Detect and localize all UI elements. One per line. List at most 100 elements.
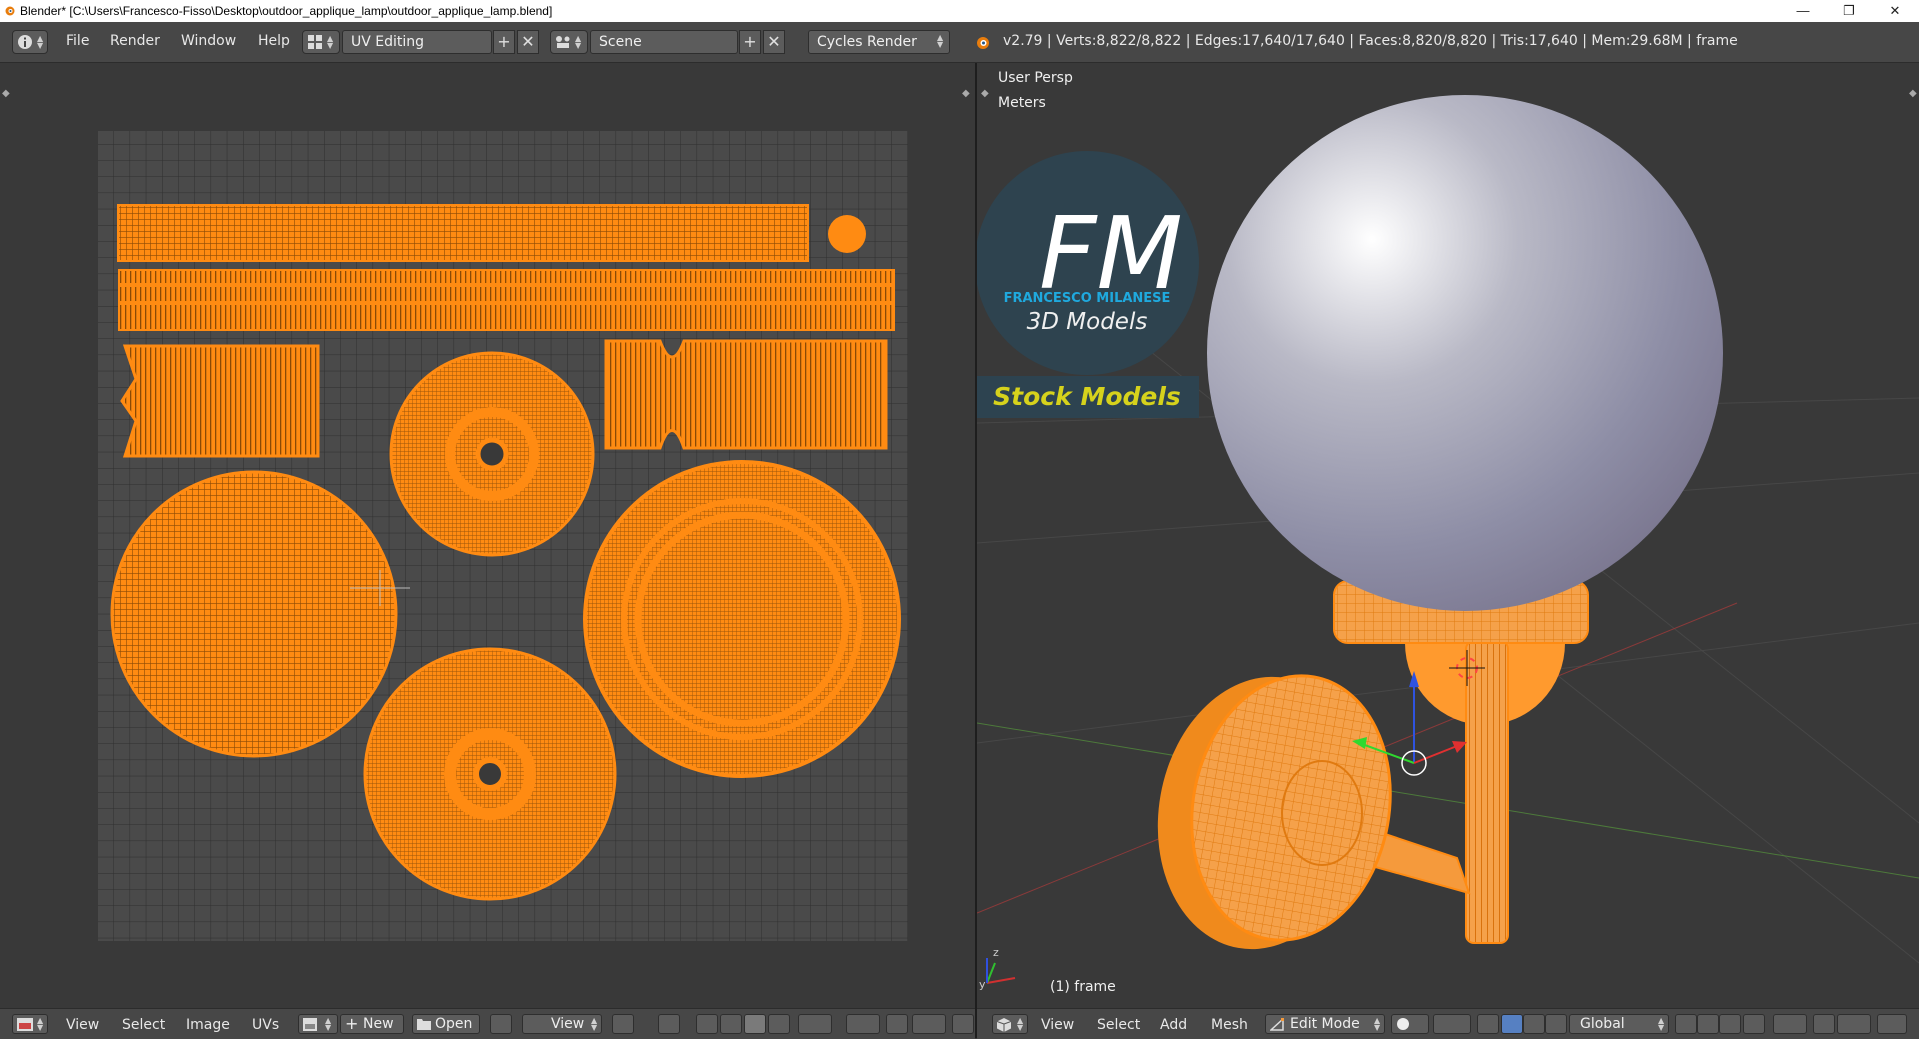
blender-icon — [5, 6, 15, 16]
select-mode-edge-icon[interactable] — [696, 1014, 718, 1034]
proportional-edit-3d-dropdown[interactable] — [1773, 1014, 1807, 1034]
viewport-menu-add[interactable]: Add — [1160, 1017, 1187, 1033]
viewport-canvas[interactable]: ◆ ◆ FM FRANCESCO MILANESE 3D Models Stoc… — [977, 63, 1919, 1008]
snap-element-dropdown[interactable] — [912, 1014, 946, 1034]
menu-window[interactable]: Window — [181, 33, 236, 49]
display-channels-dropdown[interactable]: View ▲ ▼ — [522, 1014, 602, 1034]
open-image-button[interactable]: Open — [412, 1014, 480, 1034]
uv-menu-image[interactable]: Image — [186, 1017, 230, 1033]
open-image-label: Open — [435, 1016, 473, 1032]
window-titlebar: Blender* [C:\Users\Francesco-Fisso\Deskt… — [0, 0, 1919, 22]
uv-island-strip-long[interactable] — [118, 269, 895, 331]
info-icon — [18, 35, 32, 49]
manipulator-toggle-icon[interactable] — [1477, 1014, 1499, 1034]
image-icon — [303, 1018, 317, 1031]
proportional-edit-dropdown[interactable] — [846, 1014, 880, 1034]
uv-image-editor[interactable]: ◆ ◆ — [0, 63, 975, 1008]
uv-menu-view[interactable]: View — [66, 1017, 99, 1033]
render-engine-dropdown[interactable]: Cycles Render ▲ ▼ — [808, 30, 950, 54]
uv-island-ring-small[interactable] — [389, 351, 595, 557]
add-screen-icon[interactable]: + — [493, 30, 515, 54]
select-mode-face-icon[interactable] — [720, 1014, 742, 1034]
viewport-menu-select[interactable]: Select — [1097, 1017, 1140, 1033]
close-icon[interactable]: ✕ — [1872, 0, 1918, 22]
region-toggle-icon[interactable]: ◆ — [1909, 88, 1917, 99]
3d-viewport[interactable]: ◆ ◆ FM FRANCESCO MILANESE 3D Models Stoc… — [977, 63, 1919, 1008]
occlude-geometry-icon[interactable] — [1743, 1014, 1765, 1034]
restore-icon[interactable]: ❐ — [1826, 0, 1872, 22]
editor-type-info-button[interactable]: ▲ ▼ — [12, 30, 48, 54]
svg-text:z: z — [993, 946, 999, 959]
screen-layout-browse-button[interactable]: ▲ ▼ — [302, 30, 340, 54]
viewport-shading-dropdown[interactable] — [1391, 1014, 1429, 1034]
mode-dropdown[interactable]: Edit Mode ▲ ▼ — [1265, 1014, 1385, 1034]
svg-text:y: y — [979, 978, 986, 991]
add-icon: + — [345, 1014, 359, 1033]
uv-island-wedge-right[interactable] — [604, 339, 888, 450]
menu-help[interactable]: Help — [258, 33, 290, 49]
pivot-center-dropdown[interactable] — [1433, 1014, 1471, 1034]
select-mode-island-icon[interactable] — [744, 1014, 766, 1034]
uv-local-view-icon[interactable] — [952, 1014, 974, 1034]
menu-file[interactable]: File — [66, 33, 89, 49]
glass-globe[interactable] — [1207, 95, 1723, 611]
delete-scene-icon[interactable]: ✕ — [763, 30, 785, 54]
minimize-icon[interactable]: — — [1780, 0, 1826, 22]
region-toggle-icon[interactable]: ◆ — [981, 88, 989, 99]
editor-type-image-button[interactable]: ▲ ▼ — [12, 1014, 48, 1034]
uv-island-ring-large[interactable] — [583, 460, 901, 778]
image-editor-icon — [17, 1018, 33, 1031]
uv-island-sphere[interactable] — [110, 470, 398, 758]
logo-banner: Stock Models — [993, 382, 1181, 411]
uv-island-wedge-left[interactable] — [120, 344, 320, 458]
new-image-button[interactable]: + New — [340, 1014, 404, 1034]
scale-manipulator-icon[interactable] — [1545, 1014, 1567, 1034]
screen-layout-field[interactable]: UV Editing — [342, 30, 492, 54]
sticky-select-icon[interactable] — [768, 1014, 790, 1034]
pivot-point-dropdown[interactable] — [798, 1014, 832, 1034]
scene-browse-button[interactable]: ▲ ▼ — [550, 30, 588, 54]
rotate-manipulator-icon[interactable] — [1523, 1014, 1545, 1034]
select-mode-vertex-icon[interactable] — [658, 1014, 680, 1034]
view-axis-widget: z y — [979, 946, 1016, 991]
viewport-menu-mesh[interactable]: Mesh — [1211, 1017, 1248, 1033]
translate-manipulator-icon[interactable] — [1501, 1014, 1523, 1034]
units-label: Meters — [998, 95, 1046, 111]
uv-island-strip-top[interactable] — [117, 204, 809, 262]
snap-3d-icon[interactable] — [1813, 1014, 1835, 1034]
uv-island-disc-bottom[interactable] — [363, 647, 617, 901]
scene-field[interactable]: Scene — [590, 30, 738, 54]
pin-image-icon[interactable] — [490, 1014, 512, 1034]
delete-screen-icon[interactable]: ✕ — [517, 30, 539, 54]
logo-author: FRANCESCO MILANESE — [1004, 291, 1171, 306]
edge-select-icon[interactable] — [1697, 1014, 1719, 1034]
updown-arrows-icon: ▲ ▼ — [1374, 1016, 1381, 1032]
editor-type-3dview-button[interactable]: ▲ ▼ — [992, 1014, 1028, 1034]
lamp-stem[interactable] — [1465, 640, 1509, 944]
image-browse-button[interactable]: ▲ ▼ — [298, 1014, 338, 1034]
updown-arrows-icon: ▲ ▼ — [1658, 1016, 1665, 1032]
layers-icon[interactable] — [1877, 1014, 1907, 1034]
snap-icon[interactable] — [886, 1014, 908, 1034]
face-select-icon[interactable] — [1719, 1014, 1741, 1034]
vertex-select-icon[interactable] — [1675, 1014, 1697, 1034]
menu-render[interactable]: Render — [110, 33, 160, 49]
viewport-menu-view[interactable]: View — [1041, 1017, 1074, 1033]
viewport-header: ▲ ▼ View Select Add Mesh Edit Mode ▲ ▼ Glo… — [977, 1008, 1919, 1039]
uv-island-dot[interactable] — [828, 215, 866, 253]
uv-menu-select[interactable]: Select — [122, 1017, 165, 1033]
info-header: ▲ ▼ File Render Window Help ▲ ▼ UV Editing… — [0, 22, 1919, 63]
transform-orientation-dropdown[interactable]: Global ▲ ▼ — [1569, 1014, 1669, 1034]
view-name-label: User Persp — [998, 70, 1073, 86]
lamp-model[interactable] — [1137, 95, 1723, 966]
region-toggle-icon[interactable]: ◆ — [2, 88, 10, 99]
uv-sync-icon[interactable] — [612, 1014, 634, 1034]
uv-canvas[interactable]: ◆ ◆ — [0, 63, 975, 1008]
uv-menu-uvs[interactable]: UVs — [252, 1017, 279, 1033]
orientation-label: Global — [1580, 1016, 1625, 1032]
frame-label: (1) frame — [1050, 979, 1116, 995]
window-title: Blender* [C:\Users\Francesco-Fisso\Deskt… — [20, 4, 553, 18]
snap-target-dropdown[interactable] — [1837, 1014, 1871, 1034]
add-scene-icon[interactable]: + — [739, 30, 761, 54]
region-toggle-icon[interactable]: ◆ — [962, 88, 970, 99]
